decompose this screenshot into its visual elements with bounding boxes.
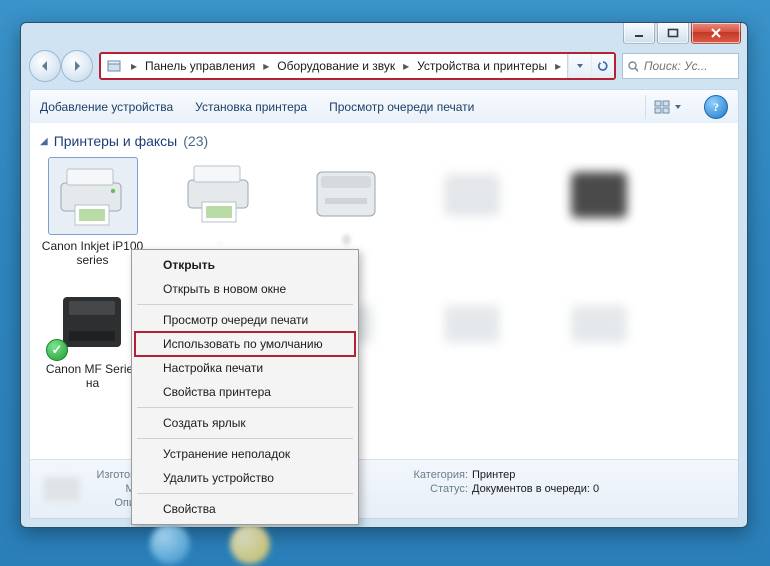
details-category-label: Категория: [396, 469, 468, 481]
device-label: Canon MF Series на [40, 362, 145, 391]
device-label: 0 [343, 233, 350, 247]
context-menu-properties[interactable]: Свойства [135, 497, 355, 521]
chevron-right-icon: ▸ [129, 59, 139, 73]
context-menu-remove[interactable]: Удалить устройство [135, 466, 355, 490]
details-status-value: Документов в очереди: 0 [472, 483, 599, 495]
forward-button[interactable] [61, 50, 93, 82]
context-menu: Открыть Открыть в новом окне Просмотр оч… [131, 249, 359, 525]
menu-separator [137, 407, 353, 408]
group-header-printers[interactable]: ◢ Принтеры и факсы (23) [40, 133, 728, 149]
context-menu-troubleshoot[interactable]: Устранение неполадок [135, 442, 355, 466]
command-bar: Добавление устройства Установка принтера… [29, 89, 739, 125]
device-label: Canon Inkjet iP100 series [40, 239, 145, 268]
context-menu-open-new-window[interactable]: Открыть в новом окне [135, 277, 355, 301]
explorer-window: ▸ Панель управления ▸ Оборудование и зву… [20, 22, 748, 528]
device-item[interactable] [421, 157, 526, 268]
maximize-button[interactable] [657, 23, 689, 44]
details-status-label: Статус: [396, 483, 468, 495]
device-item[interactable] [421, 286, 526, 391]
help-button[interactable]: ? [704, 95, 728, 119]
search-input[interactable] [642, 58, 734, 74]
breadcrumb-item-devices-printers[interactable]: Устройства и принтеры [411, 54, 553, 78]
collapse-triangle-icon[interactable]: ◢ [40, 136, 48, 147]
navigation-bar: ▸ Панель управления ▸ Оборудование и зву… [29, 51, 739, 81]
close-button[interactable] [691, 23, 741, 44]
details-thumbnail-icon [40, 469, 84, 509]
context-menu-view-queue[interactable]: Просмотр очереди печати [135, 308, 355, 332]
minimize-button[interactable] [623, 23, 655, 44]
device-label: . [218, 233, 221, 247]
toolbar-add-device[interactable]: Добавление устройства [40, 100, 173, 114]
default-check-icon: ✓ [46, 339, 68, 361]
printer-icon [178, 157, 262, 229]
context-menu-open[interactable]: Открыть [135, 253, 355, 277]
search-icon [627, 60, 638, 73]
device-item-selected[interactable]: Canon Inkjet iP100 series [40, 157, 145, 268]
back-button[interactable] [29, 50, 61, 82]
context-menu-set-default[interactable]: Использовать по умолчанию [135, 332, 355, 356]
context-menu-print-prefs[interactable]: Настройка печати [135, 356, 355, 380]
search-box[interactable] [622, 53, 739, 79]
printer-icon [305, 157, 389, 229]
address-dropdown-button[interactable] [568, 54, 591, 78]
window-caption-buttons [623, 23, 741, 44]
device-item[interactable] [548, 286, 653, 391]
details-category-value: Принтер [472, 469, 515, 481]
context-menu-create-shortcut[interactable]: Создать ярлык [135, 411, 355, 435]
toolbar-view-queue[interactable]: Просмотр очереди печати [329, 100, 474, 114]
menu-separator [137, 493, 353, 494]
chevron-right-icon: ▸ [261, 59, 271, 73]
chevron-right-icon: ▸ [401, 59, 411, 73]
refresh-button[interactable] [591, 54, 614, 78]
group-count: (23) [183, 133, 208, 149]
device-item-mf[interactable]: ✓ Canon MF Series на [40, 286, 145, 391]
chevron-right-icon: ▸ [553, 59, 563, 73]
printer-icon [51, 160, 135, 232]
taskbar-hint [150, 524, 270, 564]
view-options-button[interactable] [645, 95, 682, 119]
nav-back-forward [29, 50, 93, 82]
toolbar-install-printer[interactable]: Установка принтера [195, 100, 307, 114]
menu-separator [137, 438, 353, 439]
menu-separator [137, 304, 353, 305]
device-item[interactable] [548, 157, 653, 268]
context-menu-printer-props[interactable]: Свойства принтера [135, 380, 355, 404]
breadcrumb-item-control-panel[interactable]: Панель управления [139, 54, 261, 78]
group-title: Принтеры и факсы [54, 133, 178, 149]
address-bar[interactable]: ▸ Панель управления ▸ Оборудование и зву… [99, 52, 616, 80]
breadcrumb-item-hardware-sound[interactable]: Оборудование и звук [271, 54, 401, 78]
breadcrumb-root-icon[interactable] [105, 54, 129, 78]
